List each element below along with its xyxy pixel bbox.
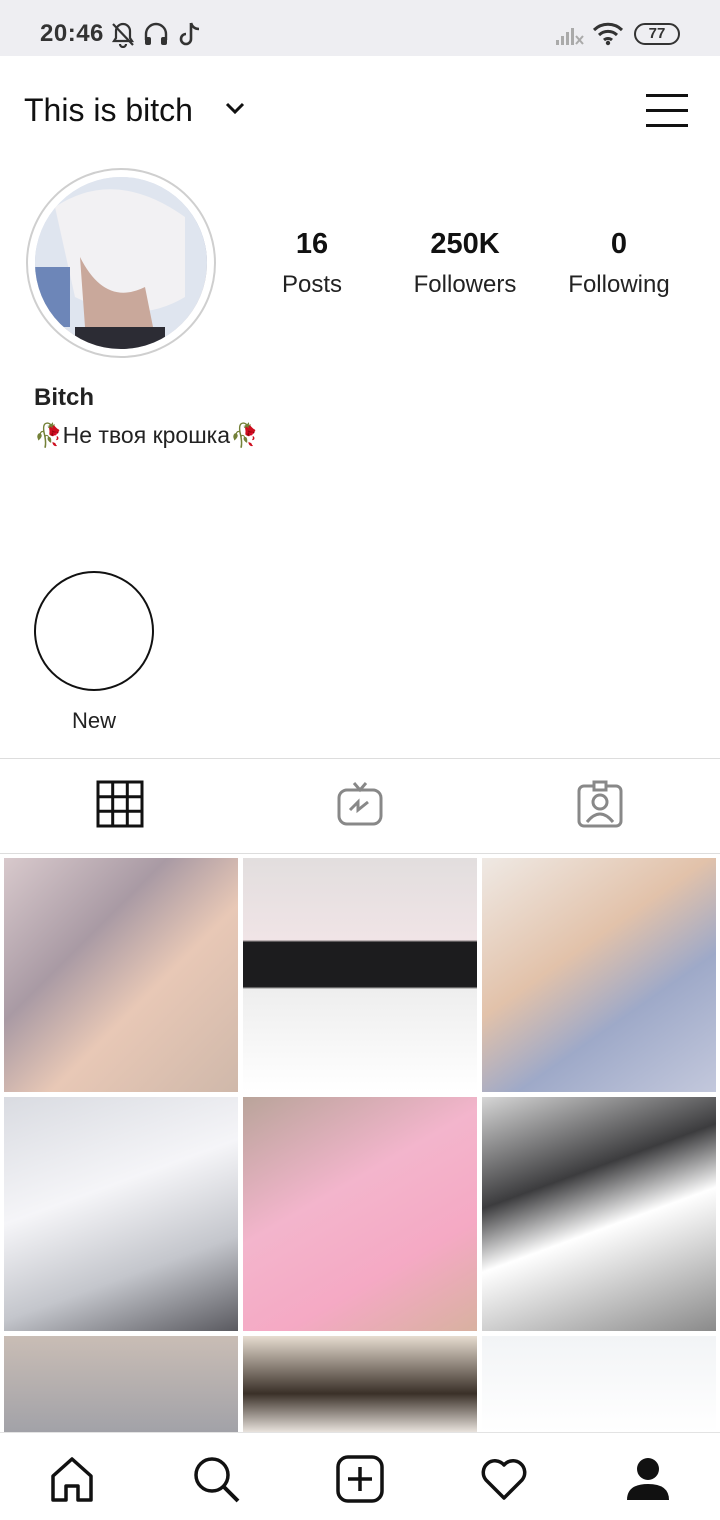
- grid-icon: [96, 780, 144, 833]
- chevron-down-icon[interactable]: [224, 100, 246, 121]
- igtv-icon: [336, 780, 384, 833]
- post-thumbnail[interactable]: [4, 1336, 238, 1432]
- followers-label: Followers: [413, 271, 517, 298]
- followers-count: 250K: [430, 228, 500, 260]
- battery-icon: 77: [634, 23, 680, 45]
- rose-emoji: 🥀: [230, 422, 259, 448]
- add-post-icon[interactable]: [332, 1451, 388, 1507]
- tab-grid[interactable]: [0, 759, 240, 853]
- status-bar: 20:46 77: [0, 0, 720, 56]
- post-thumbnail[interactable]: [482, 1336, 716, 1432]
- post-thumbnail[interactable]: [482, 1097, 716, 1331]
- post-thumbnail[interactable]: [243, 1097, 477, 1331]
- menu-icon[interactable]: [646, 92, 690, 128]
- post-thumbnail[interactable]: [243, 858, 477, 1092]
- following-count: 0: [610, 228, 628, 260]
- posts-stat[interactable]: 16 Posts: [262, 228, 362, 299]
- status-time: 20:46: [40, 20, 104, 47]
- tagged-icon: [576, 780, 624, 833]
- posts-count: 16: [295, 228, 329, 260]
- highlight-label: New: [71, 708, 116, 733]
- posts-label: Posts: [281, 271, 343, 298]
- following-stat[interactable]: 0 Following: [556, 228, 682, 299]
- rose-emoji: 🥀: [34, 422, 63, 448]
- followers-stat[interactable]: 250K Followers: [400, 228, 530, 299]
- bottom-navigation: [0, 1432, 720, 1520]
- wifi-icon: [592, 22, 624, 51]
- tab-tagged[interactable]: [480, 759, 720, 853]
- tab-igtv[interactable]: [240, 759, 480, 853]
- bell-off-icon: [110, 20, 136, 53]
- avatar[interactable]: [35, 177, 207, 349]
- profile-tabs: [0, 758, 720, 854]
- search-icon[interactable]: [188, 1451, 244, 1507]
- post-thumbnail[interactable]: [243, 1336, 477, 1432]
- post-thumbnail[interactable]: [4, 1097, 238, 1331]
- post-thumbnail[interactable]: [482, 858, 716, 1092]
- heart-icon[interactable]: [476, 1451, 532, 1507]
- profile-icon[interactable]: [620, 1451, 676, 1507]
- bio-text: Не твоя крошка: [62, 422, 231, 448]
- profile-header: This is bitch: [0, 56, 720, 166]
- signal-icon: [555, 24, 585, 51]
- post-thumbnail[interactable]: [4, 858, 238, 1092]
- following-label: Following: [568, 271, 670, 298]
- home-icon[interactable]: [44, 1451, 100, 1507]
- account-switcher-username[interactable]: This is bitch: [24, 92, 193, 129]
- tiktok-icon: [178, 20, 202, 53]
- profile-name: Bitch: [34, 384, 94, 411]
- headphones-icon: [143, 20, 169, 53]
- new-highlight-button[interactable]: [34, 571, 154, 691]
- profile-bio: 🥀Не твоя крошка🥀: [34, 422, 259, 449]
